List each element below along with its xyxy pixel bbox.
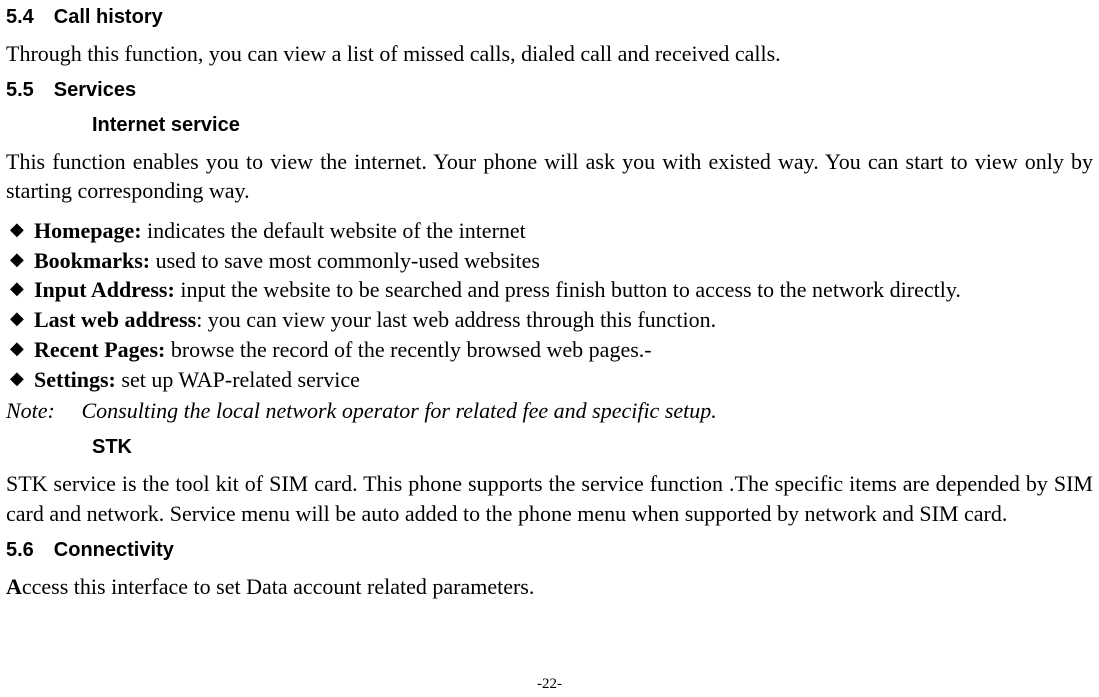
list-item: Bookmarks: used to save most commonly-us… [6,246,1093,276]
list-item: Last web address: you can view your last… [6,305,1093,335]
heading-internet-service: Internet service [92,114,1093,137]
list-item-label: Recent Pages: [34,337,165,362]
note-line: Note: Consulting the local network opera… [6,398,1093,424]
list-item-label: Homepage: [34,218,142,243]
list-item-text: browse the record of the recently browse… [165,337,651,362]
body-stk: STK service is the tool kit of SIM card.… [6,469,1093,528]
body-5-6-prefix: A [6,574,22,599]
body-5-4: Through this function, you can view a li… [6,39,1093,69]
internet-options-list: Homepage: indicates the default website … [6,216,1093,394]
list-item-label: Last web address [34,307,196,332]
list-item-text: set up WAP-related service [116,367,360,392]
note-label: Note: [6,398,76,424]
list-item-label: Settings: [34,367,116,392]
list-item-text: input the website to be searched and pre… [175,277,961,302]
heading-5-6: 5.6 Connectivity [6,539,1093,562]
heading-5-4: 5.4 Call history [6,6,1093,29]
body-5-6: Access this interface to set Data accoun… [6,572,1093,602]
list-item-label: Input Address: [34,277,175,302]
list-item: Input Address: input the website to be s… [6,275,1093,305]
list-item: Recent Pages: browse the record of the r… [6,335,1093,365]
body-internet-intro: This function enables you to view the in… [6,147,1093,206]
list-item: Settings: set up WAP-related service [6,365,1093,395]
page: 5.4 Call history Through this function, … [0,6,1099,697]
note-text: Consulting the local network operator fo… [82,398,717,423]
list-item-text: used to save most commonly-used websites [150,248,540,273]
heading-stk: STK [92,436,1093,459]
list-item: Homepage: indicates the default website … [6,216,1093,246]
list-item-text: : you can view your last web address thr… [196,307,716,332]
body-5-6-rest: ccess this interface to set Data account… [22,574,534,599]
heading-5-5: 5.5 Services [6,79,1093,102]
list-item-label: Bookmarks: [34,248,150,273]
list-item-text: indicates the default website of the int… [142,218,526,243]
page-number: -22- [0,676,1099,693]
